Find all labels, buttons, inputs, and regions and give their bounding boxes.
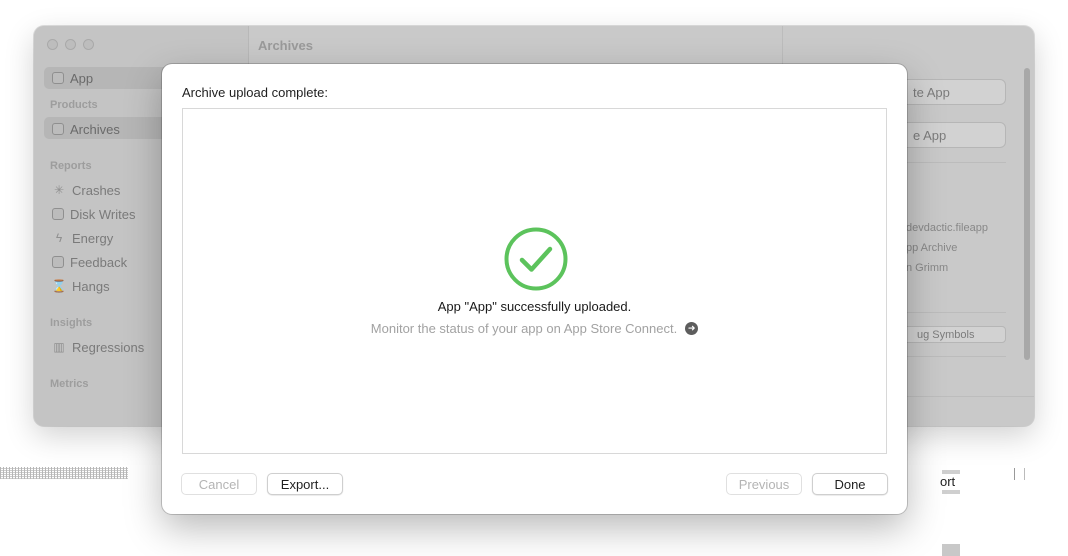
monitor-row: Monitor the status of your app on App St… (183, 321, 886, 336)
sidebar-item-feedback[interactable]: Feedback (52, 253, 127, 271)
sidebar-item-app[interactable]: App (52, 69, 93, 87)
sidebar-header-insights: Insights (50, 317, 93, 329)
export-button[interactable]: Export... (267, 473, 343, 495)
disk-icon (52, 208, 64, 220)
sidebar-item-regressions[interactable]: ▥ Regressions (52, 338, 144, 356)
sidebar-header-metrics: Metrics (50, 378, 89, 390)
screen: App Products Archives Reports ✳ Crashes … (0, 0, 1068, 556)
inspector-identifier: devdactic.fileapp (906, 222, 988, 234)
sidebar-item-archives[interactable]: Archives (52, 120, 120, 138)
sidebar-item-disk-writes[interactable]: Disk Writes (52, 205, 135, 223)
archive-icon (52, 123, 64, 135)
distribute-app-button[interactable]: e App (890, 122, 1006, 148)
sidebar-header-products: Products (50, 99, 98, 111)
hourglass-icon: ⌛ (51, 279, 67, 293)
cancel-button[interactable]: Cancel (181, 473, 257, 495)
previous-button[interactable]: Previous (726, 473, 802, 495)
chart-icon: ▥ (53, 340, 65, 354)
checkmark-circle-icon (504, 227, 568, 291)
window-controls (47, 39, 94, 50)
fragment-text: ort (940, 474, 956, 489)
sheet-title: Archive upload complete: (182, 85, 328, 100)
feedback-icon (52, 256, 64, 268)
validate-app-button[interactable]: te App (890, 79, 1006, 105)
zoom-window-button[interactable] (83, 39, 94, 50)
fragment-bar-2 (942, 490, 960, 494)
result-panel: App "App" successfully uploaded. Monitor… (182, 108, 887, 454)
main-title: Archives (258, 38, 313, 53)
monitor-message: Monitor the status of your app on App St… (370, 321, 678, 336)
fragment-tick (1014, 468, 1015, 480)
download-debug-symbols-button[interactable]: ug Symbols (890, 326, 1006, 343)
close-window-button[interactable] (47, 39, 58, 50)
app-icon (52, 72, 64, 84)
minimize-window-button[interactable] (65, 39, 76, 50)
inspector-scrollbar[interactable] (1024, 68, 1030, 360)
inspector-type: pp Archive (906, 242, 958, 254)
sidebar-item-hangs[interactable]: ⌛ Hangs (52, 277, 110, 295)
success-message: App "App" successfully uploaded. (437, 299, 632, 314)
sidebar-header-reports: Reports (50, 160, 92, 172)
fragment-tick-2 (1024, 468, 1025, 480)
sidebar-item-crashes[interactable]: ✳ Crashes (52, 181, 120, 199)
energy-icon: ϟ (55, 231, 63, 245)
arrow-right-circle-icon[interactable]: ➜ (685, 322, 699, 335)
done-button[interactable]: Done (812, 473, 888, 495)
sidebar-item-energy[interactable]: ϟ Energy (52, 229, 113, 247)
inspector-team: n Grimm (906, 262, 949, 274)
fragment-square (942, 544, 960, 556)
crash-icon: ✳ (53, 183, 65, 197)
upload-complete-sheet: Archive upload complete: App "App" succe… (162, 64, 907, 514)
noise-artifact (0, 467, 128, 479)
